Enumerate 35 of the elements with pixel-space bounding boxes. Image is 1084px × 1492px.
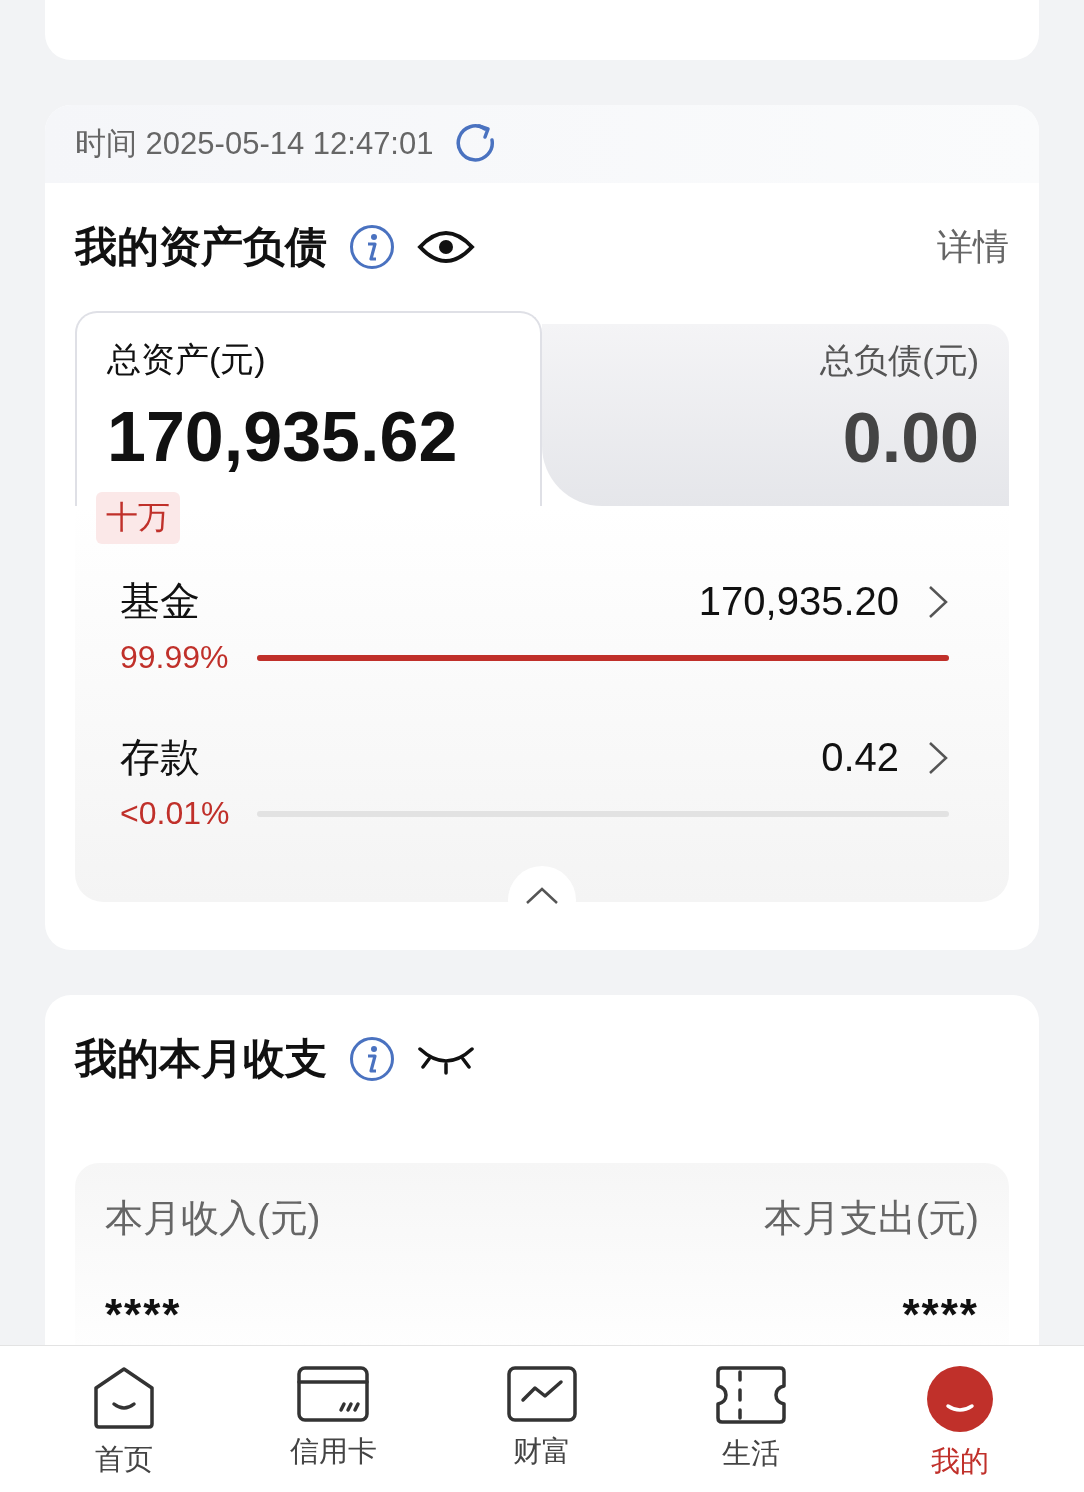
chart-icon xyxy=(507,1366,577,1422)
tab-bar-item[interactable]: 生活 xyxy=(646,1346,856,1492)
section-title: 我的本月收支 xyxy=(75,1034,327,1084)
tab-bar-item[interactable]: 信用卡 xyxy=(228,1346,438,1492)
chevron-right-icon[interactable] xyxy=(927,583,949,620)
balance-amount: 0.00 xyxy=(842,398,979,478)
holding-value: 170,935.20 xyxy=(698,579,899,624)
holding-percent: 99.99% xyxy=(120,639,229,676)
unit-badge: 十万 xyxy=(96,492,180,544)
details-link[interactable]: 详情 xyxy=(937,222,1009,272)
summary-label: 本月支出(元) xyxy=(763,1196,979,1241)
section-title: 我的资产负债 xyxy=(75,222,327,272)
tab-bar-item[interactable]: 首页 xyxy=(20,1346,229,1492)
summary-label: 本月收入(元) xyxy=(105,1196,321,1241)
holding-name: 存款 xyxy=(120,734,201,781)
summary-value: **** xyxy=(902,1290,979,1340)
balance-label: 总负债(元) xyxy=(820,340,979,381)
timestamp: 时间 2025-05-14 12:47:01 xyxy=(75,125,434,163)
summary-value: **** xyxy=(105,1290,182,1340)
credit-card-icon xyxy=(297,1366,370,1422)
balance-amount: 170,935.62 xyxy=(107,397,458,477)
tab-bar-item[interactable]: 我的 xyxy=(855,1346,1064,1492)
ticket-icon xyxy=(715,1366,786,1424)
collapse-icon xyxy=(525,886,559,904)
balance-tab[interactable]: 总负债(元) 0.00 xyxy=(542,324,1009,506)
holding-percent: <0.01% xyxy=(120,795,230,832)
holding-value: 0.42 xyxy=(821,735,899,780)
balance-label: 总资产(元) xyxy=(107,339,266,380)
chevron-right-icon[interactable] xyxy=(927,739,949,776)
info-icon[interactable] xyxy=(349,224,395,270)
holding-name: 基金 xyxy=(120,578,201,625)
tab-bar-item[interactable]: 财富 xyxy=(437,1346,647,1492)
info-icon[interactable] xyxy=(349,1036,395,1082)
home-icon xyxy=(92,1366,157,1430)
profile-icon xyxy=(926,1366,993,1432)
